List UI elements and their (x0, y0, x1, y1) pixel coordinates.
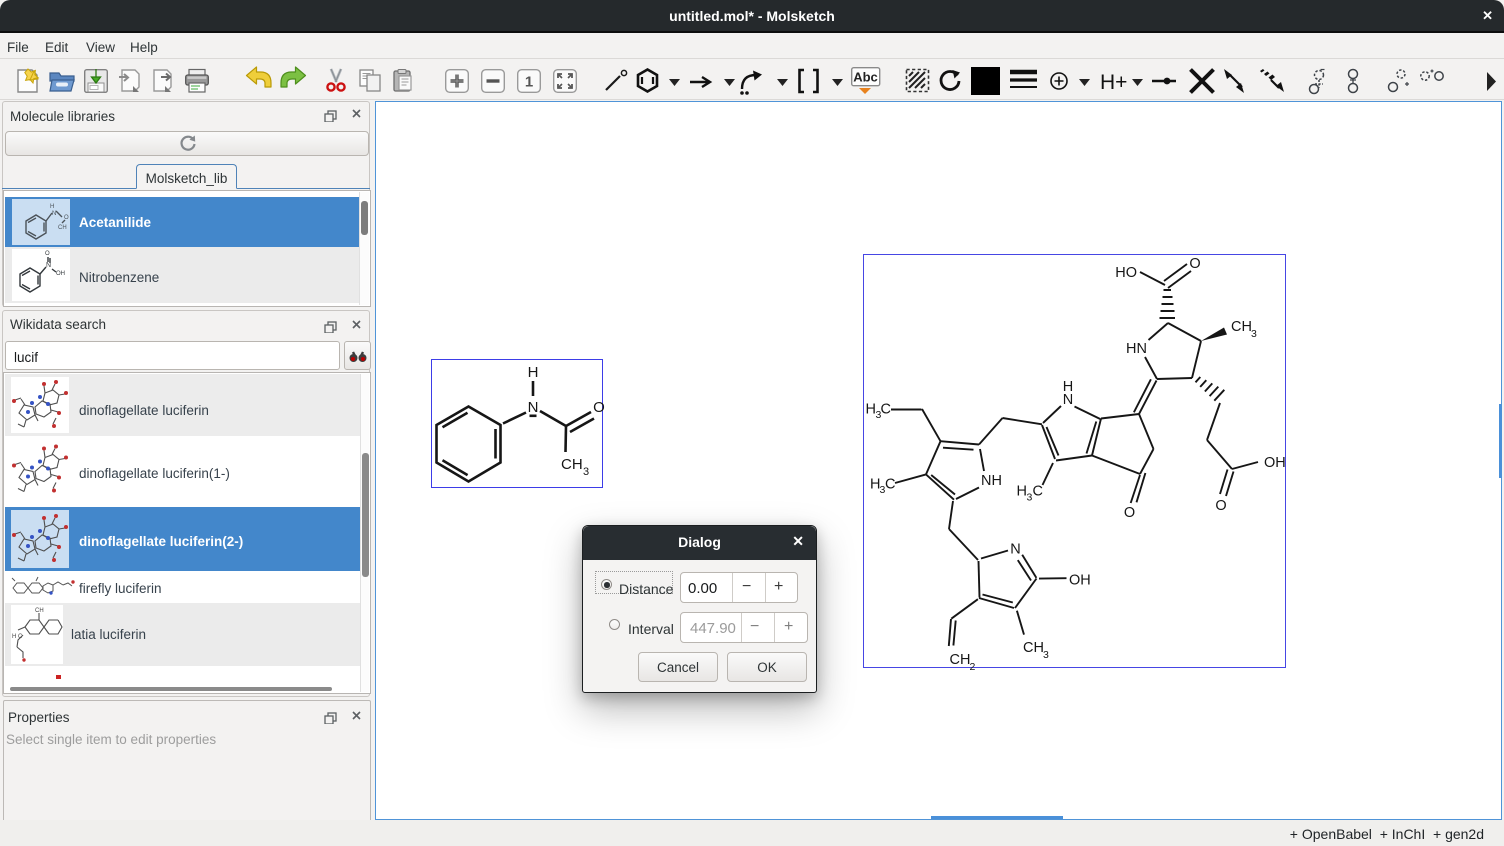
svg-text:O: O (64, 215, 69, 221)
svg-text:CH: CH (561, 456, 583, 473)
svg-text:OH: OH (1069, 573, 1091, 589)
svg-text:CH: CH (58, 225, 67, 231)
svg-text:O: O (1215, 498, 1226, 514)
svg-text:CH: CH (1023, 640, 1044, 656)
svg-text:C: C (885, 477, 895, 493)
svg-text:O: O (1189, 256, 1200, 272)
svg-text:O: O (45, 251, 50, 257)
svg-text:Abc: Abc (853, 70, 878, 85)
svg-text:HO: HO (1115, 265, 1137, 281)
svg-text:H: H (50, 204, 54, 210)
svg-text:N: N (528, 399, 539, 416)
svg-text:OH: OH (1264, 455, 1286, 471)
svg-text:3: 3 (1251, 328, 1257, 340)
svg-text:C: C (881, 402, 891, 418)
svg-text:OH: OH (56, 271, 65, 277)
svg-text:N: N (1063, 392, 1073, 408)
svg-text:H: H (1017, 484, 1027, 500)
svg-text:CH: CH (950, 652, 971, 668)
svg-text:3: 3 (1043, 649, 1049, 661)
svg-text:C: C (1033, 484, 1043, 500)
svg-text:N: N (1010, 542, 1020, 558)
svg-text:N: N (52, 211, 56, 217)
svg-text:HN: HN (1126, 341, 1147, 357)
svg-text:H C: H C (12, 634, 23, 640)
svg-text:H: H (528, 364, 539, 381)
svg-text:N: N (46, 262, 51, 269)
svg-text:CH: CH (1231, 319, 1252, 335)
svg-text:O: O (593, 399, 605, 416)
svg-text:H: H (866, 402, 876, 418)
svg-text:O: O (1124, 505, 1135, 521)
svg-text:H+: H+ (1100, 71, 1127, 94)
svg-text:2: 2 (970, 661, 976, 673)
svg-text:CH: CH (35, 608, 44, 614)
svg-text:3: 3 (583, 466, 589, 478)
svg-text:1: 1 (525, 74, 533, 91)
svg-text:NH: NH (981, 473, 1002, 489)
